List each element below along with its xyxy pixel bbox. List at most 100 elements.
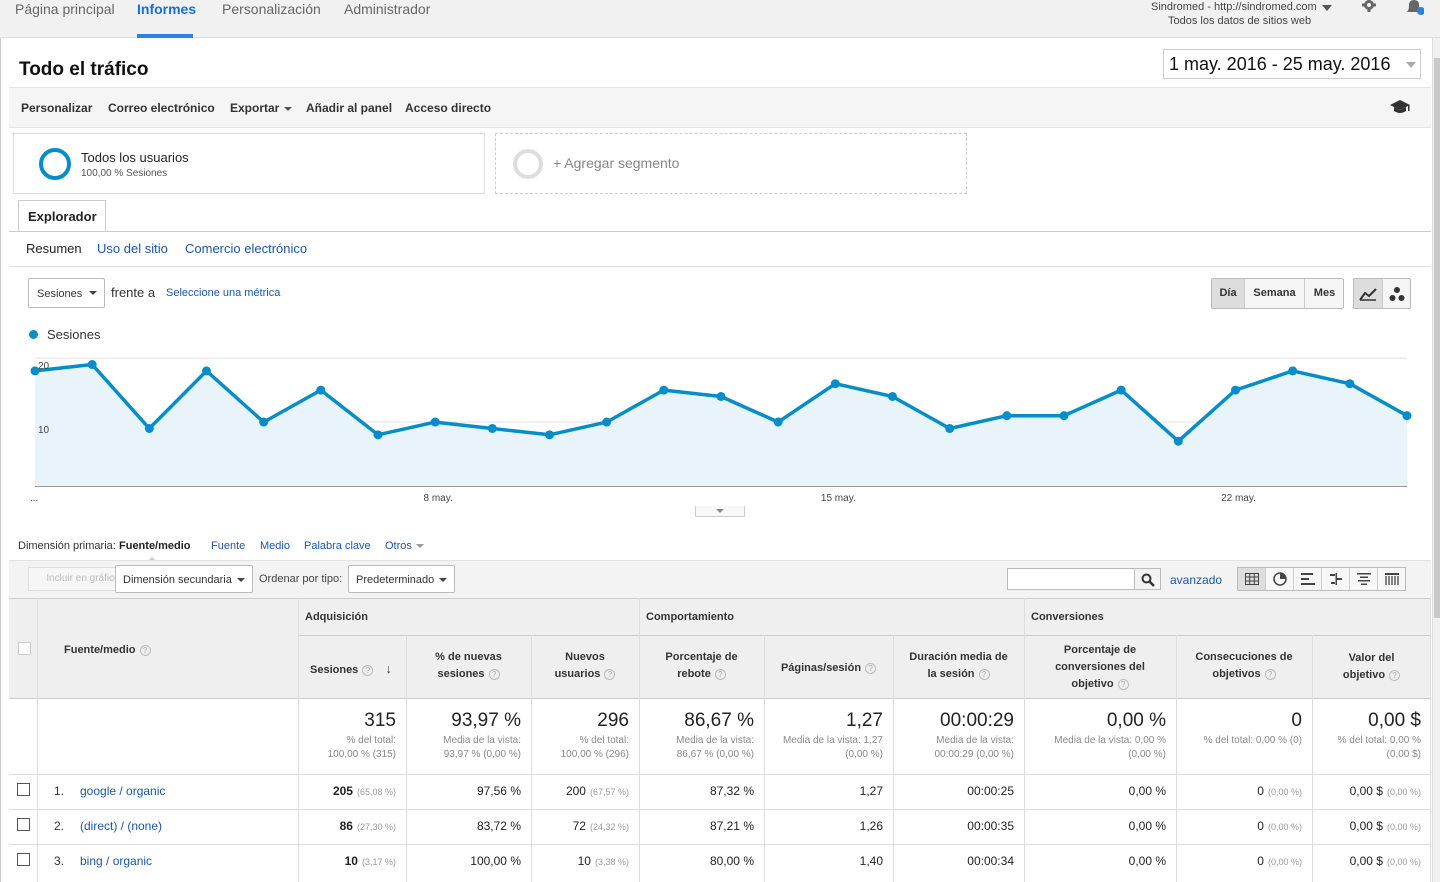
email-button[interactable]: Correo electrónico	[108, 101, 215, 115]
row-checkbox[interactable]	[17, 783, 30, 796]
help-icon[interactable]: ?	[865, 662, 877, 674]
data-point[interactable]	[316, 385, 326, 395]
nav-admin[interactable]: Administrador	[344, 1, 430, 17]
add-segment[interactable]: + Agregar segmento	[495, 133, 967, 194]
data-point[interactable]	[202, 366, 211, 376]
data-point[interactable]	[1173, 436, 1183, 446]
data-point[interactable]	[545, 430, 554, 440]
column-header-5[interactable]: Duración media de la sesión?	[893, 649, 1024, 683]
table-search-button[interactable]	[1134, 568, 1161, 590]
customize-button[interactable]: Personalizar	[21, 101, 92, 115]
metric-select[interactable]: Sesiones	[28, 278, 105, 308]
data-point[interactable]	[430, 417, 440, 427]
period-day-button[interactable]: Día	[1212, 279, 1245, 308]
select-metric-link[interactable]: Seleccione una métrica	[166, 287, 280, 299]
export-button[interactable]: Exportar	[230, 101, 293, 115]
dimension-other[interactable]: Otros	[385, 540, 424, 552]
select-all-checkbox[interactable]	[18, 642, 31, 655]
data-point[interactable]	[259, 417, 269, 427]
dimension-keyword[interactable]: Palabra clave	[304, 540, 371, 552]
column-header-0[interactable]: Sesiones? ↓	[298, 660, 406, 679]
data-point[interactable]	[716, 391, 726, 401]
data-point[interactable]	[1288, 366, 1298, 376]
add-to-dashboard-button[interactable]: Añadir al panel	[306, 101, 392, 115]
data-point[interactable]	[1231, 385, 1240, 395]
vertical-scrollbar[interactable]	[1432, 38, 1440, 882]
column-header-7[interactable]: Consecuciones de objetivos?	[1176, 649, 1312, 683]
advanced-filter-link[interactable]: avanzado	[1170, 573, 1222, 587]
period-month-button[interactable]: Mes	[1305, 279, 1344, 308]
data-point[interactable]	[144, 423, 154, 433]
data-point[interactable]	[1059, 411, 1069, 421]
help-icon[interactable]: ?	[362, 664, 374, 676]
data-point[interactable]	[773, 417, 783, 427]
dimension-column-header[interactable]: Fuente/medio?	[64, 642, 151, 659]
period-week-button[interactable]: Semana	[1245, 279, 1305, 308]
data-point[interactable]	[1116, 385, 1126, 395]
view-pie-button[interactable]	[1266, 568, 1294, 590]
line-chart-button[interactable]	[1354, 279, 1383, 308]
account-name[interactable]: Sindromed - http://sindromed.com	[1151, 1, 1317, 13]
column-header-1[interactable]: % de nuevas sesiones?	[406, 649, 531, 683]
data-point[interactable]	[659, 385, 669, 395]
chart-type-toggle	[1353, 278, 1411, 309]
help-icon[interactable]: ?	[1264, 668, 1276, 680]
column-header-8[interactable]: Valor del objetivo?	[1312, 650, 1431, 684]
data-point[interactable]	[1002, 411, 1012, 421]
help-icon[interactable]: ?	[604, 668, 616, 680]
graduation-cap-icon[interactable]	[1389, 99, 1411, 115]
help-icon[interactable]: ?	[488, 668, 500, 680]
motion-chart-button[interactable]	[1383, 279, 1411, 308]
data-point[interactable]	[1402, 411, 1412, 421]
dimension-medium[interactable]: Medio	[260, 540, 290, 552]
view-pivot-button[interactable]	[1378, 568, 1406, 590]
column-header-6[interactable]: Porcentaje de conversiones del objetivo?	[1024, 642, 1176, 693]
column-header-4[interactable]: Páginas/sesión?	[764, 660, 893, 677]
secondary-dimension-select[interactable]: Dimensión secundaria	[115, 565, 253, 593]
data-point[interactable]	[373, 430, 383, 440]
notifications-bell-icon[interactable]	[1404, 0, 1424, 18]
chart-collapse-handle[interactable]	[695, 506, 745, 517]
data-point[interactable]	[945, 423, 955, 433]
tab-explorer[interactable]: Explorador	[18, 200, 106, 232]
dimension-source-medium[interactable]: Fuente/medio	[119, 540, 191, 552]
help-icon[interactable]: ?	[1389, 669, 1401, 681]
column-header-3[interactable]: Porcentaje de rebote?	[639, 649, 764, 683]
nav-home[interactable]: Página principal	[15, 1, 115, 17]
row-source-link[interactable]: google / organic	[80, 784, 165, 798]
dimension-source[interactable]: Fuente	[211, 540, 245, 552]
sort-descending-icon[interactable]: ↓	[385, 661, 392, 676]
help-icon[interactable]: ?	[714, 668, 726, 680]
scrollbar-thumb[interactable]	[1434, 58, 1440, 618]
subtab-summary[interactable]: Resumen	[26, 241, 82, 256]
data-point[interactable]	[888, 391, 897, 401]
date-range-picker[interactable]: 1 may. 2016 - 25 may. 2016	[1163, 49, 1421, 79]
shortcut-button[interactable]: Acceso directo	[405, 101, 491, 115]
help-icon[interactable]: ?	[1117, 678, 1129, 690]
view-performance-button[interactable]	[1294, 568, 1322, 590]
row-source-link[interactable]: (direct) / (none)	[80, 819, 162, 833]
data-point[interactable]	[87, 360, 97, 370]
segment-all-users[interactable]: Todos los usuarios 100,00 % Sesiones	[13, 133, 485, 194]
column-header-2[interactable]: Nuevos usuarios?	[531, 649, 639, 683]
data-point[interactable]	[830, 379, 840, 389]
gear-icon[interactable]	[1360, 0, 1378, 14]
view-table-button[interactable]	[1238, 568, 1266, 590]
sort-type-select[interactable]: Predeterminado	[348, 565, 455, 593]
help-icon[interactable]: ?	[139, 644, 151, 656]
row-checkbox[interactable]	[17, 818, 30, 831]
nav-reports[interactable]: Informes	[137, 1, 196, 17]
data-point[interactable]	[602, 417, 612, 427]
data-point[interactable]	[1345, 379, 1355, 389]
view-term-cloud-button[interactable]	[1350, 568, 1378, 590]
table-search-input[interactable]	[1007, 568, 1135, 590]
subtab-site-usage[interactable]: Uso del sitio	[97, 241, 168, 256]
row-checkbox[interactable]	[17, 853, 30, 866]
view-comparison-button[interactable]	[1322, 568, 1350, 590]
account-caret-icon[interactable]	[1322, 5, 1332, 11]
help-icon[interactable]: ?	[978, 668, 990, 680]
subtab-ecommerce[interactable]: Comercio electrónico	[185, 241, 307, 256]
data-point[interactable]	[487, 423, 497, 433]
nav-customization[interactable]: Personalización	[222, 1, 321, 17]
row-source-link[interactable]: bing / organic	[80, 854, 152, 868]
